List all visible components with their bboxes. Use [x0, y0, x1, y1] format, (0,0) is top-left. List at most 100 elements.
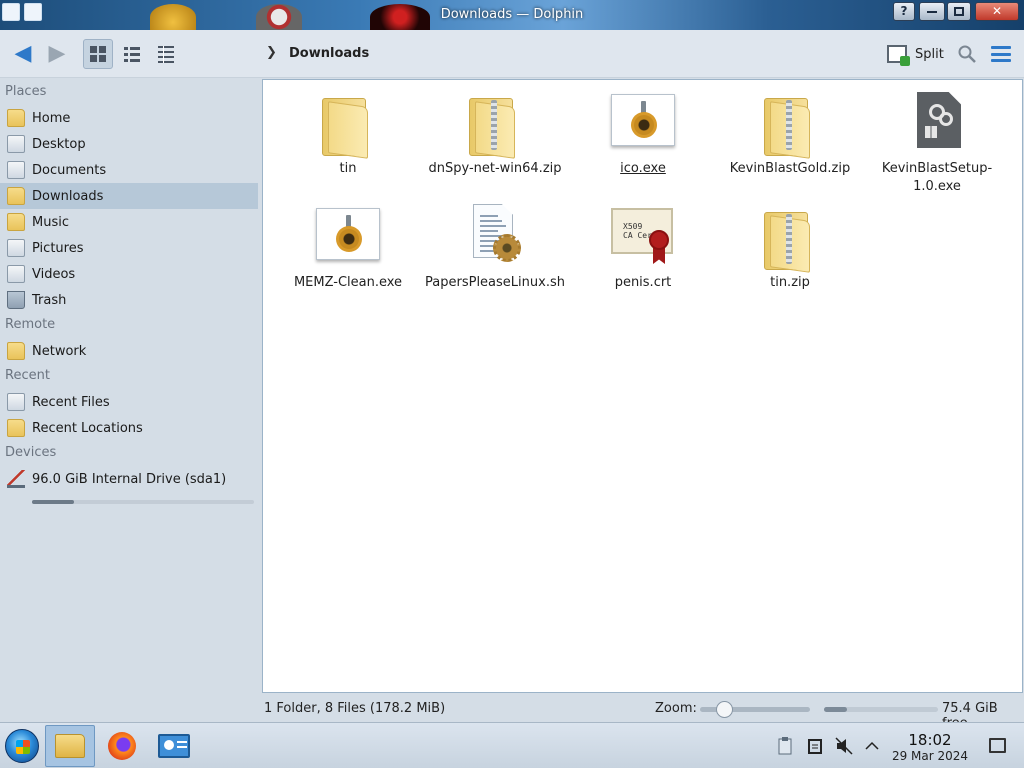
section-header: Recent — [5, 368, 50, 383]
sidebar-item-music[interactable]: Music — [0, 209, 258, 235]
file-name: MEMZ-Clean.exe — [293, 275, 403, 290]
file-name: penis.crt — [614, 275, 672, 290]
volume-muted-icon[interactable] — [835, 737, 853, 755]
free-space-bar — [824, 707, 938, 712]
generic-executable-icon — [905, 90, 969, 154]
section-header: Places — [5, 84, 47, 99]
file-name: ico.exe — [620, 161, 666, 176]
sidebar-item-recent-locations[interactable]: Recent Locations — [0, 415, 258, 441]
back-button[interactable]: ◀ — [8, 39, 38, 69]
arrow-left-icon: ◀ — [14, 41, 32, 66]
show-desktop-icon[interactable] — [989, 738, 1006, 753]
notes-icon[interactable] — [806, 737, 824, 755]
sidebar-item-documents[interactable]: Documents — [0, 157, 258, 183]
maximize-icon — [954, 7, 964, 16]
sidebar-item-desktop[interactable]: Desktop — [0, 131, 258, 157]
sidebar-item-96-0-gib-internal-drive-sda1[interactable]: 96.0 GiB Internal Drive (sda1) — [0, 466, 258, 492]
arrow-right-icon: ▶ — [48, 41, 66, 66]
file-item[interactable]: KevinBlastSetup-1.0.exe — [867, 90, 1007, 196]
sidebar-item-label: Network — [32, 343, 87, 359]
breadcrumb[interactable]: Downloads — [289, 46, 369, 61]
drive-icon — [7, 470, 25, 488]
file-item[interactable]: tin.zip — [720, 204, 860, 292]
clock[interactable]: 18:02 29 Mar 2024 — [885, 731, 975, 763]
system-settings-icon — [158, 734, 190, 758]
file-name: KevinBlastSetup-1.0.exe — [881, 161, 993, 194]
maximize-button[interactable] — [947, 2, 971, 21]
pictures-icon — [7, 239, 25, 257]
task-firefox[interactable] — [97, 725, 147, 767]
executable-gear-icon — [316, 204, 380, 268]
certificate-icon: X509 CA Cert — [611, 204, 675, 268]
close-button[interactable]: ✕ — [975, 2, 1019, 21]
zoom-slider[interactable] — [700, 701, 810, 718]
hamburger-menu-icon[interactable] — [991, 46, 1011, 62]
zip-archive-icon — [758, 204, 822, 273]
window-title: Downloads — Dolphin — [440, 7, 584, 22]
sidebar-item-label: Pictures — [32, 240, 84, 256]
search-icon[interactable] — [957, 44, 977, 64]
sidebar-item-downloads[interactable]: Downloads — [0, 183, 258, 209]
task-dolphin[interactable] — [45, 725, 95, 767]
clock-time: 18:02 — [908, 731, 952, 749]
folder-icon — [316, 90, 380, 159]
status-info: 1 Folder, 8 Files (178.2 MiB) — [264, 701, 446, 716]
split-view-icon — [887, 45, 910, 66]
file-item[interactable]: KevinBlastGold.zip — [720, 90, 860, 178]
file-item[interactable]: X509 CA Cert penis.crt — [573, 204, 713, 292]
sidebar-item-trash[interactable]: Trash — [0, 287, 258, 313]
start-menu-button[interactable] — [5, 729, 39, 763]
file-item[interactable]: MEMZ-Clean.exe — [278, 204, 418, 292]
split-button[interactable]: Split — [887, 42, 944, 66]
file-view[interactable]: tin dnSpy-net-win64.zip ico.exe KevinBlastG… — [262, 79, 1023, 693]
breadcrumb-chevron-icon[interactable]: ❯ — [266, 45, 277, 60]
details-view-button[interactable] — [151, 39, 181, 69]
title-bar: Downloads — Dolphin ? ✕ — [0, 0, 1024, 30]
music-icon — [7, 213, 25, 231]
documents-icon — [7, 161, 25, 179]
chevron-up-icon[interactable] — [863, 737, 881, 755]
task-system-settings[interactable] — [149, 725, 199, 767]
recent-files-icon — [7, 393, 25, 411]
file-item[interactable]: dnSpy-net-win64.zip — [425, 90, 565, 178]
file-item[interactable]: ico.exe — [573, 90, 713, 178]
sidebar-item-recent-files[interactable]: Recent Files — [0, 389, 258, 415]
sidebar-item-home[interactable]: Home — [0, 105, 258, 131]
file-item[interactable]: tin — [278, 90, 418, 178]
downloads-icon — [7, 187, 25, 205]
videos-icon — [7, 265, 25, 283]
forward-button[interactable]: ▶ — [42, 39, 72, 69]
minimize-button[interactable] — [919, 2, 945, 21]
sidebar-item-label: Desktop — [32, 136, 86, 152]
zoom-label: Zoom: — [655, 701, 697, 716]
zip-archive-icon — [758, 90, 822, 159]
trash-icon — [7, 291, 25, 309]
firefox-icon — [108, 732, 136, 760]
icons-view-icon — [90, 46, 106, 62]
split-label: Split — [915, 46, 944, 62]
zip-archive-icon — [463, 90, 527, 159]
clock-date: 29 Mar 2024 — [891, 749, 969, 763]
sidebar-item-network[interactable]: Network — [0, 338, 258, 364]
section-header: Devices — [5, 445, 57, 460]
toolbar: ◀ ▶ — [0, 30, 1024, 78]
sidebar-item-label: Recent Locations — [32, 420, 143, 436]
icons-view-button[interactable] — [83, 39, 113, 69]
file-item[interactable]: PapersPleaseLinux.sh — [425, 204, 565, 292]
sidebar-item-label: Videos — [32, 266, 76, 282]
sidebar-item-label: 96.0 GiB Internal Drive (sda1) — [32, 471, 227, 487]
file-name: tin.zip — [770, 275, 810, 290]
compact-view-button[interactable] — [117, 39, 147, 69]
compact-view-icon — [124, 47, 140, 62]
file-name: KevinBlastGold.zip — [729, 161, 851, 176]
sidebar-item-label: Home — [32, 110, 71, 126]
sidebar-item-pictures[interactable]: Pictures — [0, 235, 258, 261]
zoom-slider-handle[interactable] — [716, 701, 734, 718]
shell-script-icon — [463, 204, 527, 268]
clipboard-icon[interactable] — [776, 737, 794, 755]
sidebar-item-label: Music — [32, 214, 69, 230]
help-button[interactable]: ? — [893, 2, 915, 21]
sidebar-item-videos[interactable]: Videos — [0, 261, 258, 287]
recent-locations-icon — [7, 419, 25, 437]
status-bar: 1 Folder, 8 Files (178.2 MiB) Zoom: 75.4… — [0, 697, 1024, 731]
